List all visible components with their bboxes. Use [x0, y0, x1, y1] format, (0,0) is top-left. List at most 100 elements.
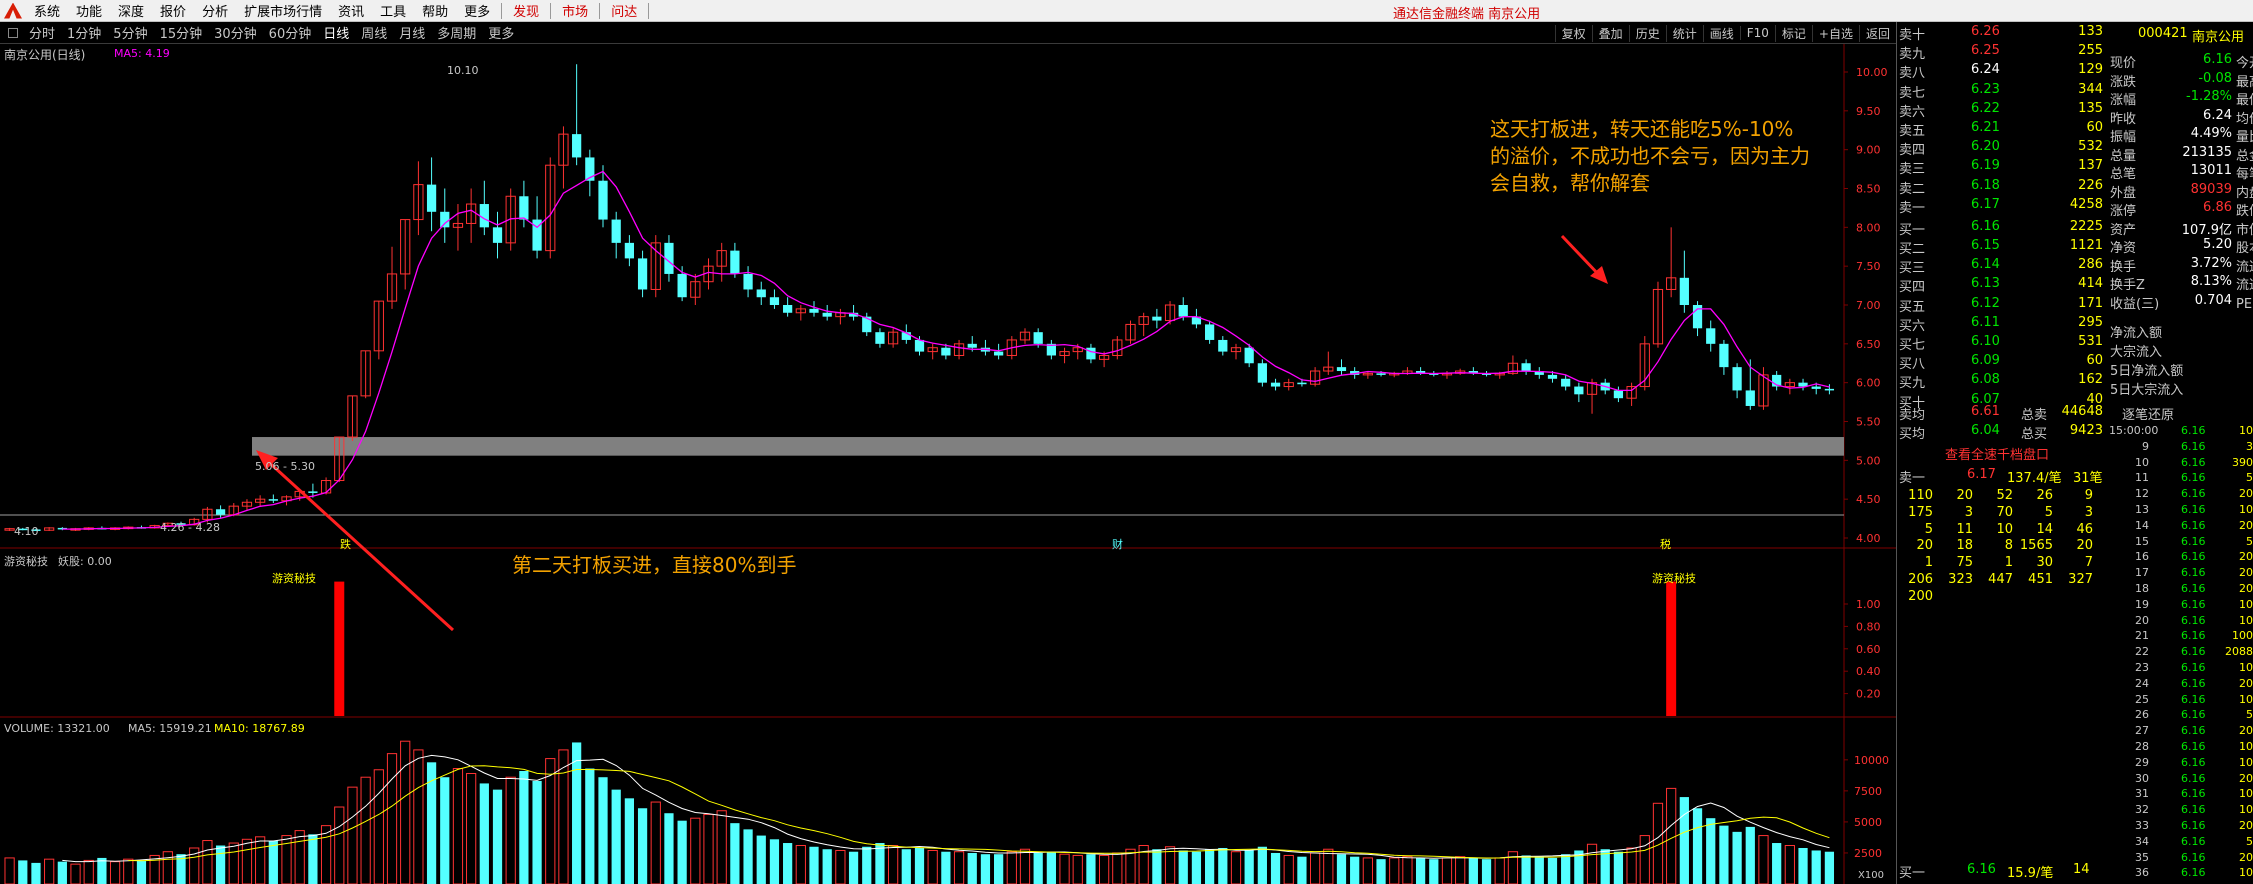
bid-row[interactable]: 买七 6.10 531: [1897, 334, 2107, 353]
btn-add-watch[interactable]: +自选: [1811, 24, 1859, 42]
period-weekly[interactable]: 周线: [355, 23, 393, 42]
menu-depth[interactable]: 深度: [110, 1, 152, 20]
menu-analysis[interactable]: 分析: [194, 1, 236, 20]
tick-time: 18: [2135, 582, 2149, 595]
tab-market[interactable]: 市场: [554, 1, 596, 20]
info-row: 现价 6.16 今开: [2108, 52, 2253, 71]
flow-row: 5日净流入额: [2108, 360, 2253, 379]
tab-ask[interactable]: 问达: [603, 1, 645, 20]
ask-row[interactable]: 卖一 6.17 4258: [1897, 196, 2107, 216]
ask-row[interactable]: 卖十 6.26 133: [1897, 24, 2107, 43]
period-multi[interactable]: 多周期: [431, 23, 482, 42]
volume-bar: [822, 849, 832, 884]
tick-row: 20 6.16 10: [2107, 614, 2253, 629]
queue-row: 200: [1897, 589, 2107, 605]
period-60min[interactable]: 60分钟: [263, 23, 318, 42]
ask-row[interactable]: 卖四 6.20 532: [1897, 139, 2107, 158]
indicator-name[interactable]: 游资秘技: [4, 553, 48, 569]
period-more[interactable]: 更多: [482, 23, 520, 42]
ask-price: 6.17: [1971, 196, 2000, 212]
tab-discover[interactable]: 发现: [505, 1, 547, 20]
tick-row: 26 6.16 5: [2107, 708, 2253, 723]
bid-row[interactable]: 买六 6.11 295: [1897, 315, 2107, 334]
info-row: 涨停 6.86 跌停: [2108, 200, 2253, 219]
ask-level-label: 卖六: [1899, 104, 1926, 120]
menu-extended-market[interactable]: 扩展市场行情: [236, 1, 330, 20]
btn-draw[interactable]: 画线: [1702, 24, 1740, 42]
bid-row[interactable]: 买一 6.16 2225: [1897, 219, 2107, 238]
ask-row[interactable]: 卖七 6.23 344: [1897, 82, 2107, 101]
btn-adjust[interactable]: 复权: [1554, 24, 1592, 42]
quote-panel: 卖十 6.26 133 卖九 6.25 255 卖八 6.24 129 卖七 6.23 344 卖六 6.…: [1896, 22, 2253, 884]
tick-time: 9: [2142, 439, 2149, 453]
ask-row[interactable]: 卖九 6.25 255: [1897, 43, 2107, 62]
tick-time: 20: [2135, 613, 2149, 627]
btn-f10[interactable]: F10: [1739, 26, 1775, 40]
volume-bar: [1798, 847, 1808, 884]
ticker-header: 逐笔还原: [2122, 408, 2175, 423]
menu-more[interactable]: 更多: [456, 1, 498, 20]
bid-row[interactable]: 买八 6.09 60: [1897, 353, 2107, 372]
menu-system[interactable]: 系统: [26, 1, 68, 20]
bid-row[interactable]: 买九 6.08 162: [1897, 372, 2107, 391]
volume-bar: [1323, 848, 1334, 884]
info-row: 总笔 13011 每笔: [2108, 163, 2253, 182]
period-1min[interactable]: 1分钟: [61, 23, 107, 42]
volume-bar: [1679, 797, 1689, 884]
tick-row: 19 6.16 10: [2107, 598, 2253, 613]
menu-tools[interactable]: 工具: [372, 1, 414, 20]
ask-row[interactable]: 卖三 6.19 137: [1897, 158, 2107, 177]
bid-row[interactable]: 买四 6.13 414: [1897, 276, 2107, 295]
btn-stats[interactable]: 统计: [1665, 24, 1703, 42]
volume-bar: [1732, 831, 1742, 884]
event-marker-2[interactable]: 财: [1112, 536, 1123, 552]
bid-row[interactable]: 买二 6.15 1121: [1897, 238, 2107, 257]
bottom-bid-row: 买一 6.16 15.9/笔 14: [1897, 862, 2107, 881]
toolbar-checkbox[interactable]: [8, 27, 18, 38]
event-marker-1[interactable]: 跌: [340, 536, 351, 552]
volume-bar: [1164, 846, 1176, 884]
info-value: -0.08: [2198, 70, 2232, 86]
bid-level-label: 买五: [1899, 299, 1926, 315]
period-5min[interactable]: 5分钟: [107, 23, 153, 42]
volume-bar: [1415, 857, 1426, 884]
menu-news[interactable]: 资讯: [330, 1, 372, 20]
volume-bar: [1283, 854, 1294, 884]
btn-mark[interactable]: 标记: [1774, 24, 1812, 42]
tick-price: 6.16: [2181, 755, 2206, 769]
view-all-row[interactable]: 查看全速千档盘口: [1897, 444, 2107, 463]
btn-back[interactable]: 返回: [1858, 24, 1896, 42]
period-daily[interactable]: 日线: [317, 23, 355, 42]
period-15min[interactable]: 15分钟: [154, 23, 209, 42]
bid-row[interactable]: 买三 6.14 286: [1897, 257, 2107, 276]
bid-row[interactable]: 买五 6.12 171: [1897, 296, 2107, 315]
ask-row[interactable]: 卖五 6.21 60: [1897, 120, 2107, 139]
period-monthly[interactable]: 月线: [393, 23, 431, 42]
volume-bar: [848, 851, 859, 884]
info-right-label: 市值: [2236, 222, 2253, 238]
candle-body: [875, 332, 885, 344]
info-right-label: 最低: [2236, 93, 2253, 108]
info-value: 4.49%: [2190, 126, 2232, 141]
event-marker-3[interactable]: 税: [1660, 536, 1671, 552]
ask-row[interactable]: 卖八 6.24 129: [1897, 62, 2107, 81]
candle-body: [1574, 386, 1584, 395]
btn-history[interactable]: 历史: [1628, 24, 1666, 42]
tick-time: 11: [2135, 471, 2149, 485]
menu-quote[interactable]: 报价: [152, 1, 194, 20]
queue-cell: 447: [1988, 572, 2013, 587]
volume-bar: [1006, 851, 1017, 884]
volume-bar: [1758, 835, 1769, 884]
info-label: 资产: [2110, 222, 2137, 238]
menu-function[interactable]: 功能: [68, 1, 110, 20]
menu-help[interactable]: 帮助: [414, 1, 456, 20]
ask-row[interactable]: 卖二 6.18 226: [1897, 178, 2107, 197]
period-30min[interactable]: 30分钟: [208, 23, 263, 42]
btn-overlay[interactable]: 叠加: [1591, 24, 1629, 42]
tick-volume: 5: [2246, 471, 2253, 485]
tick-time: 35: [2135, 850, 2149, 864]
info-right-label: 总金: [2236, 148, 2253, 164]
ask-row[interactable]: 卖六 6.22 135: [1897, 101, 2107, 120]
period-timeshare[interactable]: 分时: [23, 23, 61, 42]
indicator-tick-label: 0.20: [1856, 688, 1881, 701]
